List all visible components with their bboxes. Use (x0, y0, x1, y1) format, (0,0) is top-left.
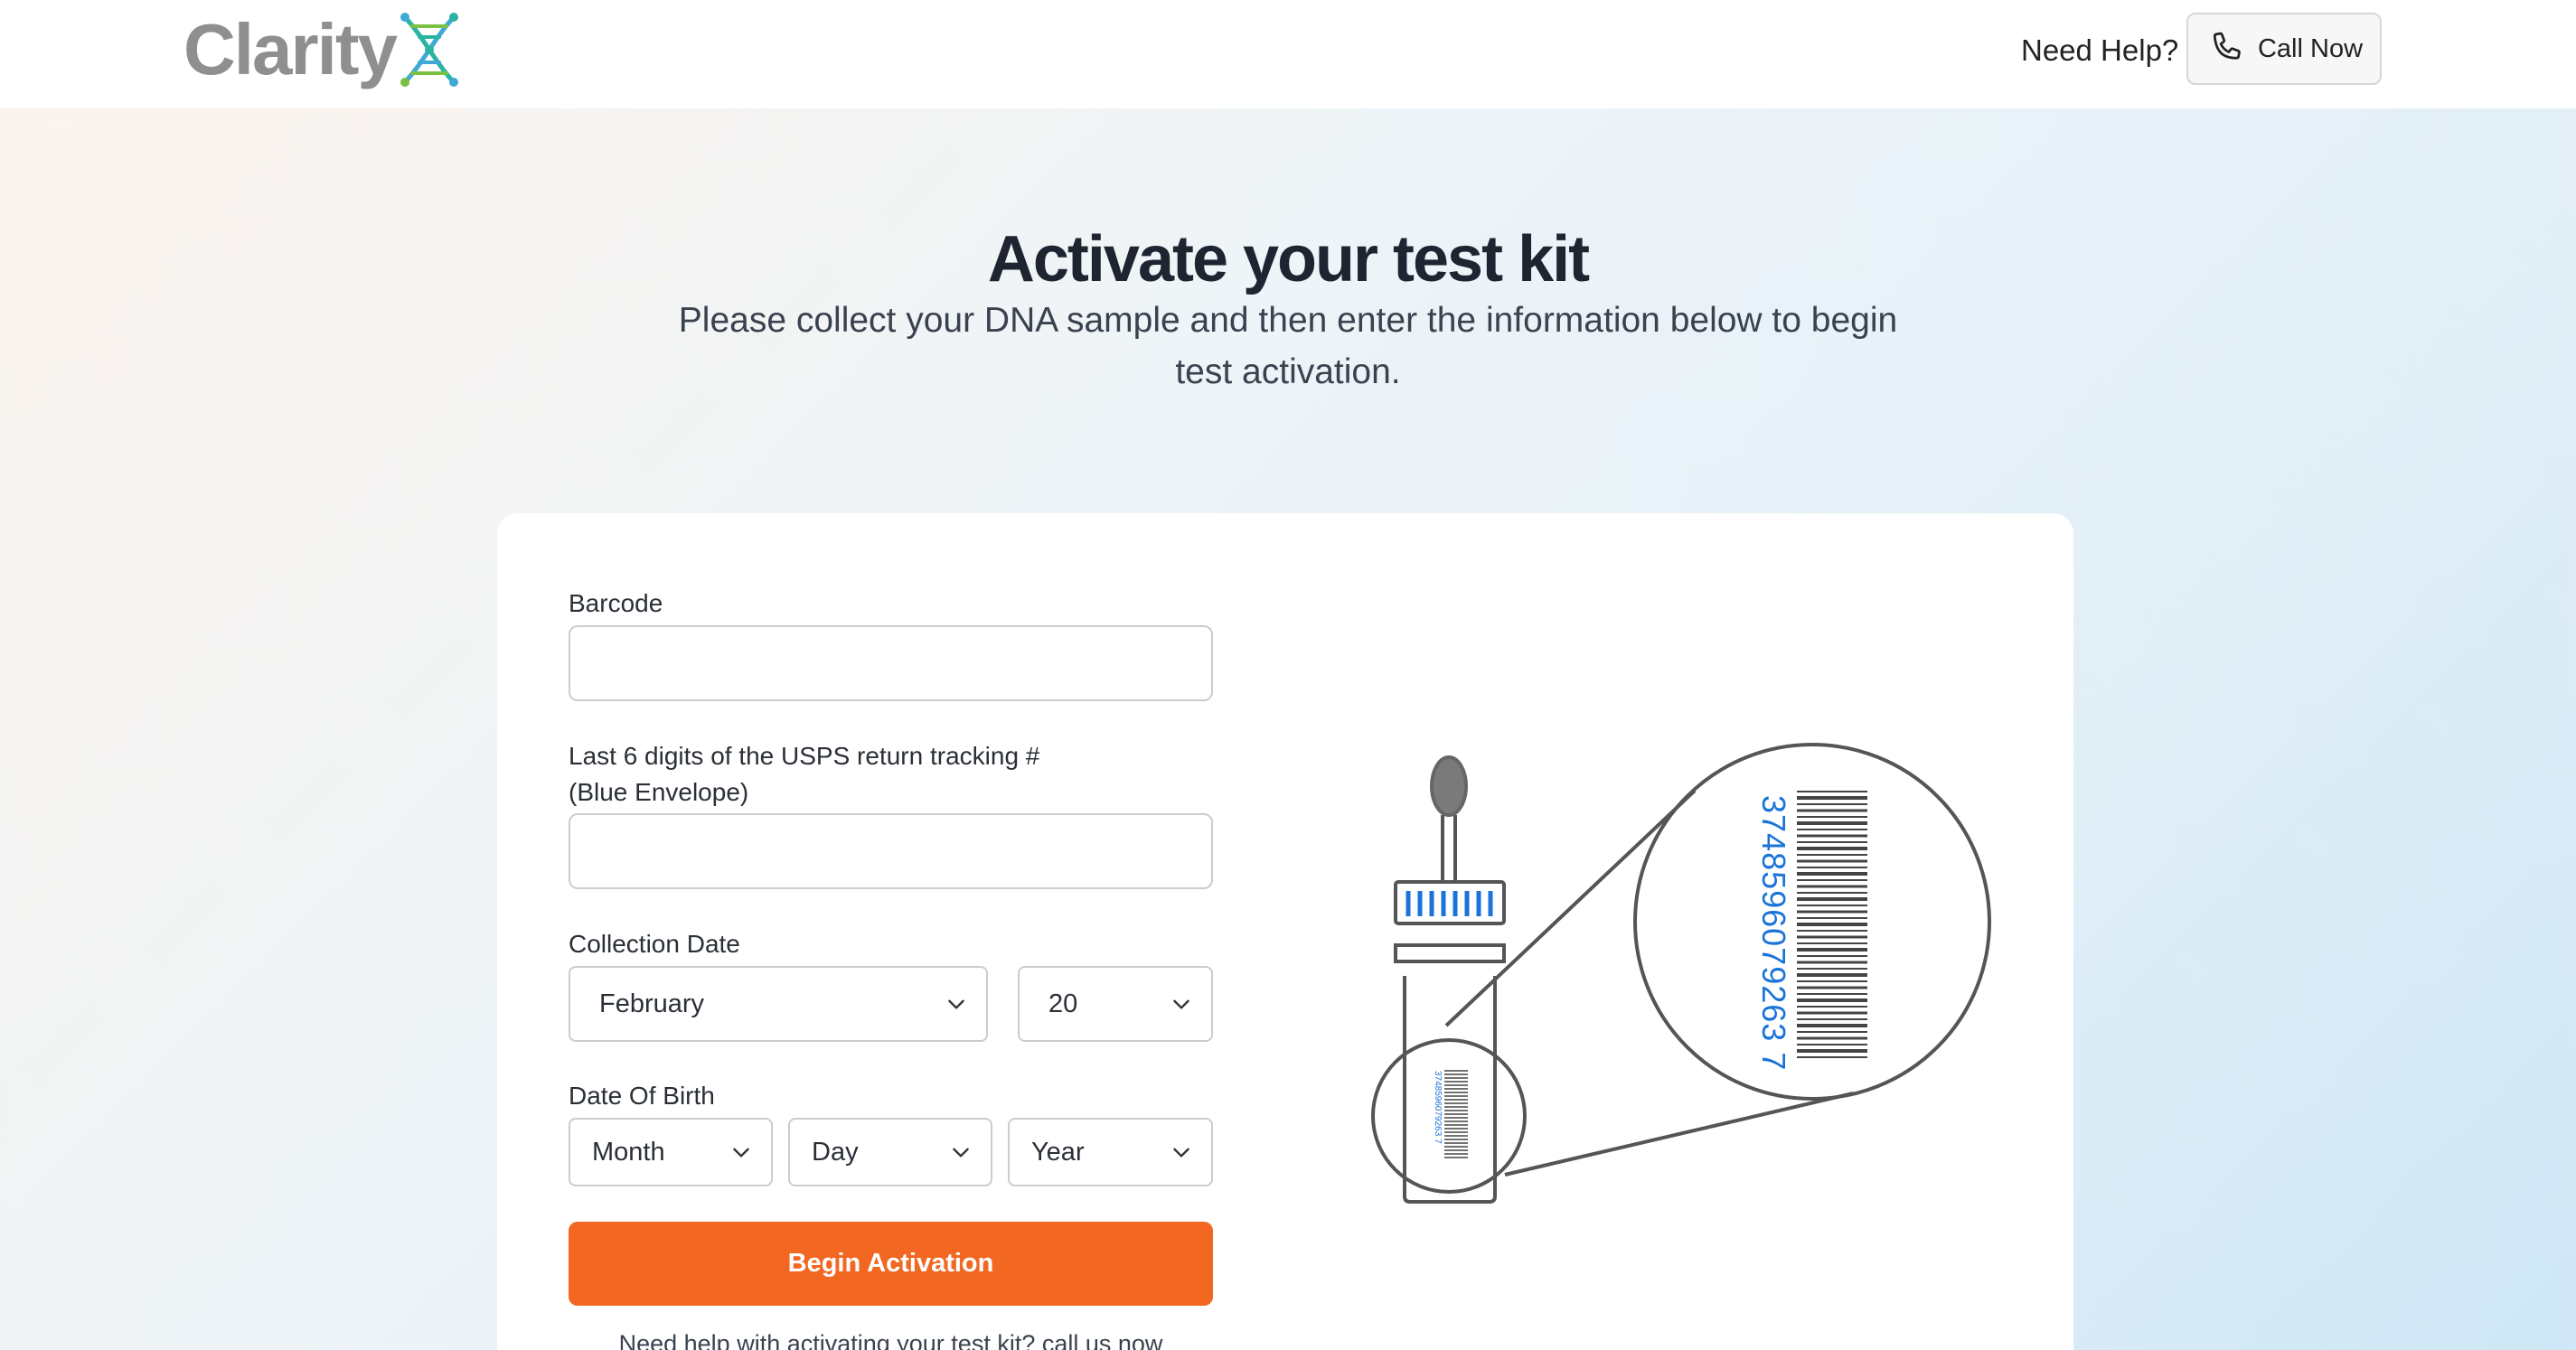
barcode-input[interactable] (569, 625, 1213, 701)
call-now-label: Call Now (2257, 33, 2364, 63)
small-barcode (1444, 1070, 1468, 1158)
dob-month-select[interactable]: Month (569, 1118, 773, 1186)
chevron-down-icon (1173, 999, 1189, 1009)
page-title: Activate your test kit (987, 223, 1590, 295)
barcode-label: Barcode (569, 589, 663, 617)
need-help-text: Need Help? (2021, 33, 2179, 67)
call-now-button[interactable]: Call Now (2186, 13, 2382, 85)
activation-help-text: Need help with activating your test kit?… (618, 1330, 1163, 1350)
begin-activation-button[interactable]: Begin Activation (569, 1222, 1213, 1306)
dob-year-select[interactable]: Year (1008, 1118, 1213, 1186)
dob-label: Date Of Birth (569, 1082, 715, 1110)
collection-day-select[interactable]: 20 (1018, 966, 1213, 1042)
site-header: Clarity Need Help? Call Now (0, 0, 2576, 108)
collection-month-value: February (599, 989, 705, 1018)
chevron-down-icon (733, 1148, 749, 1158)
dob-day-select[interactable]: Day (788, 1118, 992, 1186)
collection-date-label: Collection Date (569, 930, 740, 958)
cap-stripes (1406, 891, 1493, 916)
test-tube-barcode-illustration: 3748596079263 7 3748596079263 7 (1371, 743, 1991, 1204)
phone-icon (2213, 32, 2241, 60)
tracking-label-line2: (Blue Envelope) (569, 778, 749, 806)
dna-x-logo-icon (400, 13, 458, 87)
dob-month-value: Month (592, 1137, 665, 1167)
claritx-logo[interactable]: Clarity (183, 11, 461, 89)
collection-month-select[interactable]: February (569, 966, 988, 1042)
tracking-input[interactable] (569, 813, 1213, 889)
dob-day-value: Day (812, 1137, 859, 1167)
page: Clarity Need Help? Call Now Activate you… (0, 0, 2576, 1350)
chevron-down-icon (953, 1148, 969, 1158)
chevron-down-icon (1173, 1148, 1189, 1158)
chevron-down-icon (948, 999, 964, 1009)
large-barcode (1797, 791, 1867, 1058)
page-subtitle: Please collect your DNA sample and then … (678, 301, 1898, 391)
dob-year-value: Year (1031, 1137, 1085, 1167)
collection-day-value: 20 (1048, 989, 1078, 1018)
small-barcode-number: 3748596079263 7 (1433, 1071, 1443, 1144)
logo-wordmark: Clarity (183, 9, 398, 89)
large-barcode-number: 3748596079263 7 (1755, 795, 1792, 1071)
tracking-label-line1: Last 6 digits of the USPS return trackin… (569, 742, 1040, 770)
